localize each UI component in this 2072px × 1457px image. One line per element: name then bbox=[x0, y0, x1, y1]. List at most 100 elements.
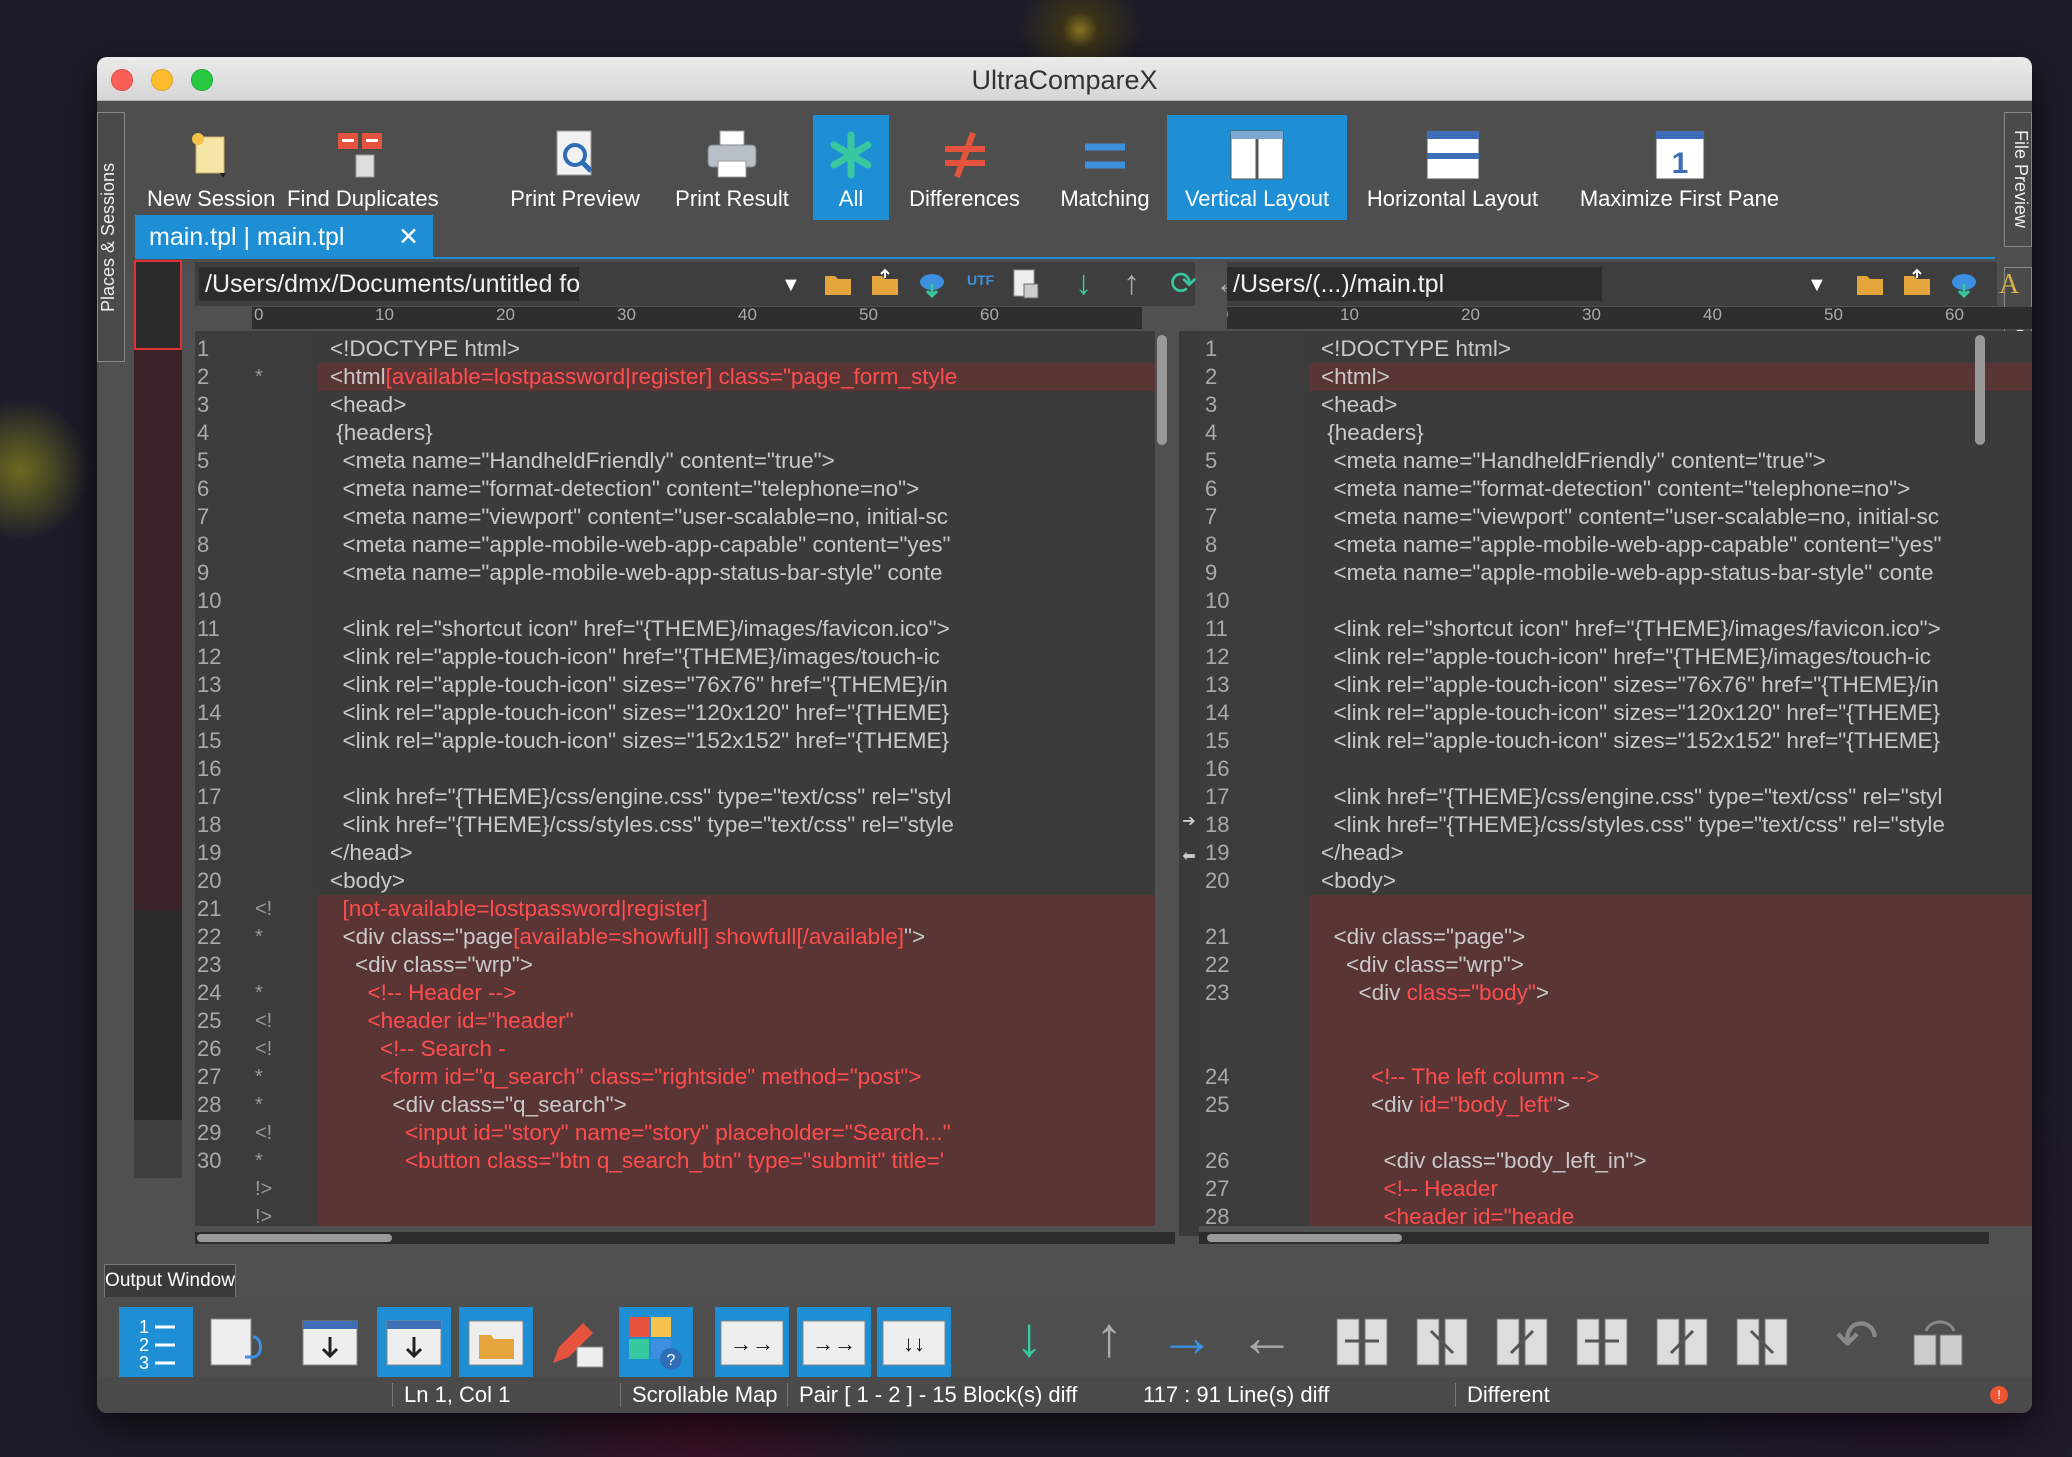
next-difference-icon[interactable]: ↓ bbox=[1075, 264, 1092, 303]
code-line[interactable]: <!DOCTYPE html> bbox=[1309, 335, 2032, 363]
code-line[interactable] bbox=[318, 1175, 1155, 1203]
previous-difference-icon[interactable]: ↑ bbox=[1123, 264, 1140, 303]
code-line[interactable]: <form id="q_search" class="rightside" me… bbox=[318, 1063, 1155, 1091]
code-line[interactable]: <link rel="apple-touch-icon" href="{THEM… bbox=[318, 643, 1155, 671]
code-line[interactable]: <meta name="viewport" content="user-scal… bbox=[318, 503, 1155, 531]
code-line[interactable]: <link rel="apple-touch-icon" sizes="76x7… bbox=[1309, 671, 2032, 699]
save-left-button[interactable] bbox=[293, 1307, 367, 1377]
code-line[interactable]: <meta name="viewport" content="user-scal… bbox=[1309, 503, 2032, 531]
undo-all-button[interactable] bbox=[1900, 1307, 1974, 1377]
left-cloud-icon[interactable] bbox=[917, 270, 947, 298]
code-line[interactable]: <meta name="apple-mobile-web-app-status-… bbox=[1309, 559, 2032, 587]
code-line[interactable]: <link href="{THEME}/css/engine.css" type… bbox=[318, 783, 1155, 811]
merge-op-4-button[interactable] bbox=[1565, 1307, 1639, 1377]
code-line[interactable] bbox=[1309, 1035, 2032, 1063]
right-path-field[interactable]: /Users/(...)/main.tpl bbox=[1227, 267, 1602, 301]
merge-right-arrow-icon[interactable]: ➔ bbox=[1179, 811, 1199, 831]
code-line[interactable]: <meta name="format-detection" content="t… bbox=[318, 475, 1155, 503]
file-preview-tab[interactable]: File Preview bbox=[2004, 112, 2032, 247]
code-line[interactable]: <div class="body"> bbox=[1309, 979, 2032, 1007]
compare-options-button[interactable]: ? bbox=[619, 1307, 693, 1377]
code-line[interactable]: <div class="page[available=showfull] sho… bbox=[318, 923, 1155, 951]
refresh-icon[interactable]: ⟳ bbox=[1170, 264, 1197, 302]
code-line[interactable]: <div class="q_search"> bbox=[318, 1091, 1155, 1119]
merge-op-1-button[interactable] bbox=[1325, 1307, 1399, 1377]
left-code-pane[interactable]: <!DOCTYPE html> <html[available=lostpassw… bbox=[318, 331, 1155, 1226]
code-line[interactable]: <!-- Search - bbox=[318, 1035, 1155, 1063]
merge-left-arrow-icon[interactable]: ⬅ bbox=[1179, 846, 1199, 866]
merge-op-5-button[interactable] bbox=[1645, 1307, 1719, 1377]
code-line[interactable]: {headers} bbox=[318, 419, 1155, 447]
code-line[interactable]: <meta name="HandheldFriendly" content="t… bbox=[318, 447, 1155, 475]
code-line[interactable]: <link rel="apple-touch-icon" sizes="152x… bbox=[318, 727, 1155, 755]
code-line[interactable]: <html> bbox=[1309, 363, 2032, 391]
line-numbers-button[interactable]: 123 bbox=[119, 1307, 193, 1377]
word-wrap-button[interactable] bbox=[201, 1307, 275, 1377]
maximize-first-pane-button[interactable]: 1 Maximize First Pane bbox=[1572, 115, 1787, 220]
left-path-dropdown-icon[interactable]: ▼ bbox=[781, 274, 801, 297]
horizontal-layout-button[interactable]: Horizontal Layout bbox=[1360, 115, 1545, 220]
right-path-dropdown-icon[interactable]: ▼ bbox=[1807, 274, 1827, 297]
code-line[interactable]: <link rel="apple-touch-icon" sizes="120x… bbox=[318, 699, 1155, 727]
filter-matching-button[interactable]: Matching bbox=[1045, 115, 1165, 220]
prev-change-button[interactable]: ← bbox=[1230, 1307, 1304, 1377]
output-window-tab[interactable]: Output Window bbox=[104, 1264, 236, 1298]
left-horizontal-scrollbar[interactable] bbox=[195, 1232, 1175, 1244]
code-line[interactable]: <div class="wrp"> bbox=[318, 951, 1155, 979]
code-line[interactable]: <div id="body_left"> bbox=[1309, 1091, 2032, 1119]
code-line[interactable] bbox=[1309, 895, 2032, 923]
code-line[interactable] bbox=[1309, 587, 2032, 615]
code-line[interactable]: <meta name="HandheldFriendly" content="t… bbox=[1309, 447, 2032, 475]
code-line[interactable]: <header id="heade bbox=[1309, 1203, 2032, 1226]
prev-diff-button[interactable]: ↑ bbox=[1072, 1307, 1146, 1377]
code-line[interactable]: <div class="body_left_in"> bbox=[1309, 1147, 2032, 1175]
code-line[interactable]: <link href="{THEME}/css/styles.css" type… bbox=[1309, 811, 2032, 839]
code-line[interactable] bbox=[1309, 1007, 2032, 1035]
code-line[interactable]: <meta name="format-detection" content="t… bbox=[1309, 475, 2032, 503]
merge-op-3-button[interactable] bbox=[1485, 1307, 1559, 1377]
right-font-icon[interactable]: A bbox=[1999, 269, 2019, 301]
code-line[interactable]: <link rel="apple-touch-icon" sizes="120x… bbox=[1309, 699, 2032, 727]
code-line[interactable]: {headers} bbox=[1309, 419, 2032, 447]
merge-block-right-button[interactable]: →→ bbox=[797, 1307, 871, 1377]
left-open-folder-icon[interactable] bbox=[823, 270, 853, 298]
edit-button[interactable] bbox=[541, 1307, 615, 1377]
places-sessions-tab[interactable]: Places & Sessions bbox=[97, 112, 125, 362]
overview-map[interactable] bbox=[134, 260, 182, 1178]
left-encoding-icon[interactable]: UTF bbox=[967, 272, 994, 288]
code-line[interactable]: <html[available=lostpassword|register] c… bbox=[318, 363, 1155, 391]
new-session-button[interactable]: New Session bbox=[147, 115, 275, 220]
next-diff-button[interactable]: ↓ bbox=[992, 1307, 1066, 1377]
code-line[interactable] bbox=[1309, 1119, 2032, 1147]
left-folder-up-icon[interactable] bbox=[870, 268, 900, 298]
code-line[interactable]: <div class="wrp"> bbox=[1309, 951, 2032, 979]
print-result-button[interactable]: Print Result bbox=[667, 115, 797, 220]
code-line[interactable]: <link href="{THEME}/css/engine.css" type… bbox=[1309, 783, 2032, 811]
code-line[interactable]: <link rel="apple-touch-icon" sizes="76x7… bbox=[318, 671, 1155, 699]
merge-op-2-button[interactable] bbox=[1405, 1307, 1479, 1377]
find-duplicates-button[interactable]: Find Duplicates bbox=[287, 115, 439, 220]
code-line[interactable]: <link rel="apple-touch-icon" sizes="152x… bbox=[1309, 727, 2032, 755]
right-open-folder-icon[interactable] bbox=[1855, 270, 1885, 298]
close-tab-icon[interactable]: ✕ bbox=[398, 215, 419, 259]
code-line[interactable]: <meta name="apple-mobile-web-app-capable… bbox=[318, 531, 1155, 559]
code-line[interactable]: [not-available=lostpassword|register] bbox=[318, 895, 1155, 923]
code-line[interactable]: <input id="story" name="story" placehold… bbox=[318, 1119, 1155, 1147]
left-vertical-scrollbar[interactable] bbox=[1157, 335, 1167, 445]
right-code-pane[interactable]: <!DOCTYPE html> <html> <head> {headers} <m… bbox=[1309, 331, 2032, 1226]
left-file-info-icon[interactable] bbox=[1010, 268, 1040, 300]
merge-op-6-button[interactable] bbox=[1725, 1307, 1799, 1377]
right-horizontal-scrollbar[interactable] bbox=[1199, 1232, 1989, 1244]
undo-button[interactable]: ↶ bbox=[1820, 1307, 1894, 1377]
code-line[interactable]: <body> bbox=[318, 867, 1155, 895]
code-line[interactable]: <link rel="shortcut icon" href="{THEME}/… bbox=[1309, 615, 2032, 643]
merge-down-button[interactable]: ↓↓ bbox=[877, 1307, 951, 1377]
code-line[interactable]: <button class="btn q_search_btn" type="s… bbox=[318, 1147, 1155, 1175]
code-line[interactable]: <head> bbox=[318, 391, 1155, 419]
right-vertical-scrollbar[interactable] bbox=[1975, 335, 1985, 445]
code-line[interactable] bbox=[318, 755, 1155, 783]
vertical-layout-button[interactable]: Vertical Layout bbox=[1167, 115, 1347, 220]
code-line[interactable]: </head> bbox=[1309, 839, 2032, 867]
code-line[interactable]: <link rel="apple-touch-icon" href="{THEM… bbox=[1309, 643, 2032, 671]
save-right-button[interactable] bbox=[377, 1307, 451, 1377]
